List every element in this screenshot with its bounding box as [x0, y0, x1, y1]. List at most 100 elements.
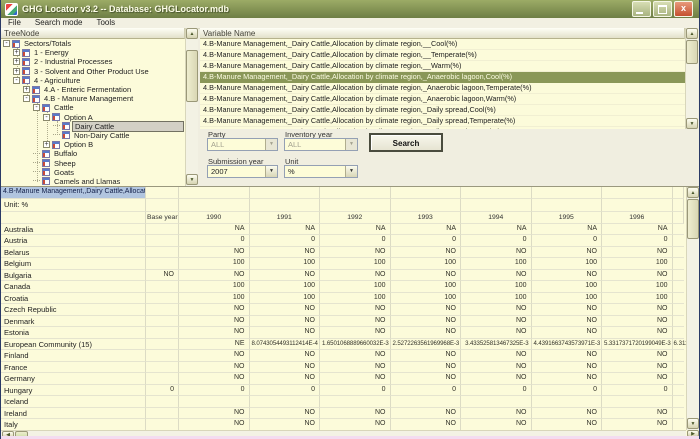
grid-cell[interactable]: 0 — [179, 385, 250, 397]
tree-node[interactable]: +Option B — [1, 140, 185, 149]
grid-cell[interactable]: NO — [179, 327, 250, 339]
grid-cell[interactable]: NA — [250, 224, 321, 236]
tree-node[interactable]: Camels and Llamas — [1, 177, 185, 186]
grid-cell[interactable]: 0 — [250, 385, 321, 397]
grid-cell[interactable] — [250, 187, 321, 199]
grid-cell[interactable]: NO — [179, 304, 250, 316]
grid-cell[interactable] — [391, 187, 462, 199]
grid-cell[interactable]: 0 — [146, 385, 179, 397]
tree-scrollbar[interactable]: ▲ ▼ — [185, 28, 198, 186]
grid-cell[interactable]: NO — [461, 350, 532, 362]
variable-row[interactable]: 4.B-Manure Management,_Dairy Cattle,Allo… — [200, 105, 685, 116]
grid-cell[interactable]: NO — [179, 373, 250, 385]
grid-cell[interactable]: NO — [602, 270, 673, 282]
tree-node[interactable]: Dairy Cattle — [1, 122, 185, 131]
variable-column-header[interactable]: Variable Name — [200, 28, 685, 39]
restore-button[interactable] — [653, 1, 672, 17]
grid-cell[interactable]: 100 — [532, 293, 603, 305]
grid-country-cell[interactable]: Estonia — [1, 327, 146, 339]
grid-overflow-cell[interactable] — [673, 373, 685, 385]
grid-cell[interactable]: NO — [532, 362, 603, 374]
grid-cell[interactable]: NO — [602, 304, 673, 316]
grid-cell[interactable]: NA — [179, 224, 250, 236]
grid-cell[interactable]: NO — [320, 327, 391, 339]
collapse-icon[interactable]: - — [3, 40, 10, 47]
minimize-button[interactable] — [632, 1, 651, 17]
grid-cell[interactable]: NO — [320, 270, 391, 282]
grid-cell[interactable]: 0 — [532, 235, 603, 247]
grid-cell[interactable]: 3.433525813467325E-3 — [461, 339, 532, 351]
tree-node[interactable]: Goats — [1, 168, 185, 177]
grid-overflow-cell[interactable] — [673, 408, 685, 420]
grid-cell[interactable] — [146, 199, 179, 211]
grid-cell[interactable] — [320, 199, 391, 211]
grid-cell[interactable] — [146, 293, 179, 305]
collapse-icon[interactable]: - — [43, 114, 50, 121]
grid-cell[interactable]: 100 — [391, 293, 462, 305]
grid-cell[interactable] — [146, 258, 179, 270]
grid-cell[interactable]: 0 — [391, 235, 462, 247]
grid-overflow-cell[interactable] — [673, 385, 685, 397]
grid-overflow-cell[interactable] — [673, 247, 685, 259]
variable-row[interactable]: 4.B-Manure Management,_Dairy Cattle,Allo… — [200, 94, 685, 105]
grid-country-cell[interactable]: Czech Republic — [1, 304, 146, 316]
grid-cell[interactable] — [146, 408, 179, 420]
menu-search-mode[interactable]: Search mode — [28, 18, 90, 28]
grid-cell[interactable]: NO — [391, 247, 462, 259]
variable-row[interactable]: 4.B-Manure Management,_Dairy Cattle,Allo… — [200, 39, 685, 50]
grid-country-cell[interactable]: European Community (15) — [1, 339, 146, 351]
grid-overflow-cell[interactable] — [673, 224, 685, 236]
grid-cell[interactable] — [532, 199, 603, 211]
grid-vscrollbar-thumb[interactable] — [687, 199, 699, 239]
grid-overflow-cell[interactable] — [673, 327, 685, 339]
grid-overflow-cell[interactable] — [673, 235, 685, 247]
grid-country-cell[interactable]: France — [1, 362, 146, 374]
tree-node[interactable]: -4 - Agriculture — [1, 76, 185, 85]
chevron-down-icon[interactable]: ▼ — [265, 166, 277, 177]
collapse-icon[interactable]: - — [23, 95, 30, 102]
grid-country-cell[interactable]: Germany — [1, 373, 146, 385]
variable-list-scrollbar[interactable]: ▲ ▼ — [685, 28, 698, 129]
grid-cell[interactable]: 100 — [461, 293, 532, 305]
grid-cell[interactable]: 0 — [532, 385, 603, 397]
grid-cell[interactable]: NO — [461, 304, 532, 316]
scroll-down-icon[interactable]: ▼ — [687, 418, 699, 429]
grid-country-cell[interactable]: Belgium — [1, 258, 146, 270]
grid-cell[interactable]: NO — [391, 304, 462, 316]
variable-row[interactable]: 4.B-Manure Management,_Dairy Cattle,Allo… — [200, 61, 685, 72]
grid-cell[interactable]: 100 — [391, 258, 462, 270]
scroll-down-icon[interactable]: ▼ — [186, 174, 198, 185]
grid-cell[interactable]: 100 — [250, 281, 321, 293]
grid-cell[interactable]: NA — [602, 224, 673, 236]
grid-unit-cell[interactable]: Unit: % — [1, 199, 146, 211]
tree-node-label[interactable]: Non-Dairy Cattle — [72, 131, 131, 140]
grid-cell[interactable] — [250, 199, 321, 211]
grid-cell[interactable]: NA — [532, 224, 603, 236]
grid-cell[interactable] — [461, 187, 532, 199]
grid-vertical-scrollbar[interactable]: ▲ ▼ — [686, 187, 700, 430]
grid-cell[interactable] — [146, 281, 179, 293]
grid-cell[interactable] — [179, 199, 250, 211]
grid-cell[interactable]: NO — [320, 316, 391, 328]
grid-cell[interactable]: 0 — [602, 235, 673, 247]
grid-cell[interactable] — [532, 396, 603, 408]
grid-cell[interactable] — [146, 316, 179, 328]
grid-cell[interactable]: NA — [320, 224, 391, 236]
grid-cell[interactable] — [146, 187, 179, 199]
grid-cell[interactable]: NO — [250, 362, 321, 374]
tree-node-label[interactable]: 4.A - Enteric Fermentation — [42, 85, 133, 94]
grid-cell[interactable]: NA — [391, 224, 462, 236]
grid-cell[interactable]: NO — [250, 316, 321, 328]
grid-cell[interactable]: NO — [320, 350, 391, 362]
grid-cell[interactable]: 2.5272263561969968E-3 — [391, 339, 462, 351]
grid-cell[interactable] — [179, 396, 250, 408]
variable-row[interactable]: 4.B-Manure Management,_Dairy Cattle,Allo… — [200, 50, 685, 61]
grid-cell[interactable]: NO — [532, 304, 603, 316]
tree-node[interactable]: +2 - Industrial Processes — [1, 57, 185, 66]
grid-cell[interactable]: 4.4391663743573971E-3 — [532, 339, 603, 351]
grid-cell[interactable]: NO — [391, 316, 462, 328]
grid-cell[interactable]: NO — [391, 270, 462, 282]
grid-cell[interactable]: 0 — [391, 385, 462, 397]
grid-cell[interactable]: NO — [602, 373, 673, 385]
grid-cell[interactable] — [602, 187, 673, 199]
